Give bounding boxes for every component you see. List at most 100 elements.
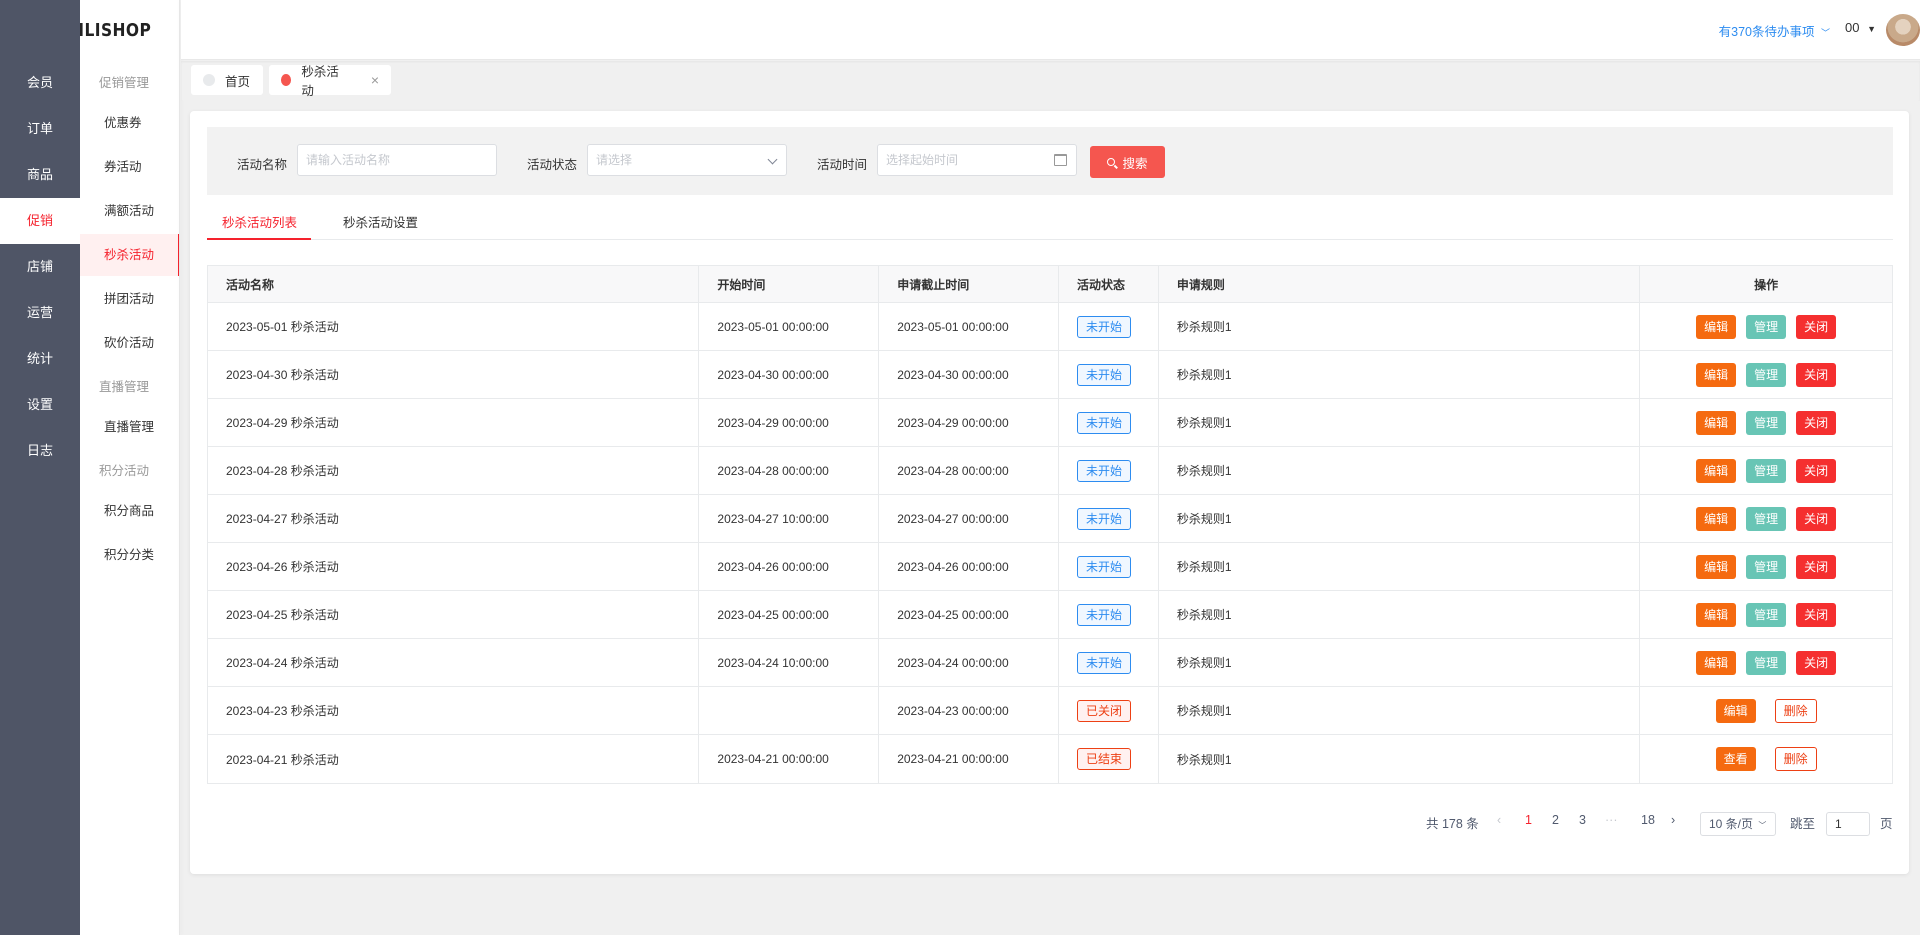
edit-button[interactable]: 编辑 (1715, 698, 1756, 723)
manage-button[interactable]: 管理 (1746, 314, 1787, 339)
search-icon (1107, 158, 1116, 166)
manage-button[interactable]: 管理 (1746, 458, 1787, 483)
close-button[interactable]: 关闭 (1796, 506, 1837, 531)
activity-status-select[interactable]: 请选择 (587, 144, 787, 176)
page-2[interactable]: 2 (1552, 813, 1559, 827)
group-points-activity: 积分活动 (99, 464, 150, 478)
cell-deadline: 2023-04-26 00:00:00 (879, 543, 1059, 590)
nav-statistics[interactable]: 统计 (0, 336, 80, 382)
edit-button[interactable]: 编辑 (1696, 506, 1737, 531)
link-seckill[interactable]: 秒杀活动 (80, 234, 180, 276)
link-points-category[interactable]: 积分分类 (80, 534, 180, 576)
close-button[interactable]: 关闭 (1796, 458, 1837, 483)
th-rule: 申请规则 (1159, 266, 1641, 302)
sub-tabs: 秒杀活动列表 秒杀活动设置 (207, 206, 1893, 240)
close-button[interactable]: 关闭 (1796, 650, 1837, 675)
status-badge: 未开始 (1077, 363, 1132, 386)
link-coupon-activity[interactable]: 券活动 (80, 146, 180, 188)
close-button[interactable]: 关闭 (1796, 602, 1837, 627)
manage-button[interactable]: 管理 (1746, 506, 1787, 531)
cell-name: 2023-04-24 秒杀活动 (208, 639, 700, 686)
delete-button[interactable]: 删除 (1774, 698, 1817, 723)
status-label: 活动状态 (527, 158, 578, 172)
activity-name-input[interactable]: 请输入活动名称 (297, 144, 497, 176)
close-button[interactable]: 关闭 (1796, 314, 1837, 339)
tab-seckill-settings[interactable]: 秒杀活动设置 (343, 206, 418, 240)
edit-button[interactable]: 编辑 (1696, 362, 1737, 387)
page-size-select[interactable]: 10 条/页 ﹀ (1700, 812, 1776, 836)
page-1[interactable]: 1 (1525, 813, 1532, 827)
nav-store[interactable]: 店铺 (0, 244, 80, 290)
prev-page-icon[interactable]: ‹ (1497, 813, 1501, 827)
close-button[interactable]: 关闭 (1796, 410, 1837, 435)
manage-button[interactable]: 管理 (1746, 554, 1787, 579)
nav-settings[interactable]: 设置 (0, 382, 80, 428)
search-button[interactable]: 搜索 (1090, 146, 1165, 178)
secondary-sidebar: 促销管理 优惠券 券活动 满额活动 秒杀活动 拼团活动 砍价活动 直播管理 直播… (80, 60, 180, 935)
jump-input[interactable]: 1 (1826, 812, 1870, 836)
link-points-goods[interactable]: 积分商品 (80, 490, 180, 532)
status-badge: 未开始 (1077, 411, 1132, 434)
cell-deadline: 2023-04-29 00:00:00 (879, 399, 1059, 446)
nav-order[interactable]: 订单 (0, 106, 80, 152)
page-tabs: 首页 秒杀活动 × (181, 61, 1920, 101)
table-row: 2023-04-25 秒杀活动 2023-04-25 00:00:00 2023… (208, 591, 1892, 639)
activity-time-picker[interactable]: 选择起始时间 (877, 144, 1077, 176)
tab-home[interactable]: 首页 (191, 65, 263, 95)
manage-button[interactable]: 管理 (1746, 650, 1787, 675)
nav-operation[interactable]: 运营 (0, 290, 80, 336)
cell-start: 2023-04-29 00:00:00 (699, 399, 880, 446)
edit-button[interactable]: 编辑 (1696, 602, 1737, 627)
cell-start: 2023-04-30 00:00:00 (699, 351, 880, 398)
edit-button[interactable]: 编辑 (1696, 410, 1737, 435)
tab-seckill-list[interactable]: 秒杀活动列表 (207, 206, 311, 240)
nav-member[interactable]: 会员 (0, 60, 80, 106)
manage-button[interactable]: 管理 (1746, 410, 1787, 435)
cell-start: 2023-05-01 00:00:00 (699, 303, 880, 350)
avatar[interactable] (1886, 14, 1920, 46)
link-pintuan[interactable]: 拼团活动 (80, 278, 180, 320)
cell-deadline: 2023-04-24 00:00:00 (879, 639, 1059, 686)
nav-goods[interactable]: 商品 (0, 152, 80, 198)
cell-deadline: 2023-04-21 00:00:00 (879, 735, 1059, 783)
caret-down-icon: ▼ (1867, 24, 1876, 34)
view-button[interactable]: 查看 (1715, 747, 1756, 771)
close-button[interactable]: 关闭 (1796, 362, 1837, 387)
nav-promotion[interactable]: 促销 (0, 198, 80, 244)
edit-button[interactable]: 编辑 (1696, 314, 1737, 339)
edit-button[interactable]: 编辑 (1696, 554, 1737, 579)
page-ellipsis[interactable]: ··· (1605, 813, 1618, 827)
page-size-label: 10 条/页 (1709, 817, 1754, 831)
next-page-icon[interactable]: › (1671, 813, 1675, 827)
close-button[interactable]: 关闭 (1796, 554, 1837, 579)
edit-button[interactable]: 编辑 (1696, 458, 1737, 483)
nav-log[interactable]: 日志 (0, 428, 80, 474)
manage-button[interactable]: 管理 (1746, 602, 1787, 627)
todo-dropdown[interactable]: 有370条待办事项 ﹀ (1719, 21, 1830, 40)
link-full-discount[interactable]: 满额活动 (80, 190, 180, 232)
delete-button[interactable]: 删除 (1774, 747, 1817, 771)
user-dropdown[interactable]: 00 ▼ (1845, 20, 1876, 35)
table-row: 2023-04-24 秒杀活动 2023-04-24 10:00:00 2023… (208, 639, 1892, 687)
cell-rule: 秒杀规则1 (1159, 447, 1641, 494)
close-icon[interactable]: × (371, 72, 379, 88)
tab-dot-icon (203, 74, 215, 86)
link-coupon[interactable]: 优惠券 (80, 102, 180, 144)
link-bargain[interactable]: 砍价活动 (80, 322, 180, 364)
cell-rule: 秒杀规则1 (1159, 495, 1641, 542)
status-badge: 未开始 (1077, 603, 1132, 626)
th-actions: 操作 (1754, 277, 1779, 292)
cell-name: 2023-04-21 秒杀活动 (208, 735, 700, 783)
jump-label: 跳至 (1790, 817, 1816, 831)
manage-button[interactable]: 管理 (1746, 362, 1787, 387)
sidebar-divider (179, 0, 180, 935)
table-row: 2023-05-01 秒杀活动 2023-05-01 00:00:00 2023… (208, 303, 1892, 351)
link-live-manage[interactable]: 直播管理 (80, 406, 180, 448)
cell-name: 2023-05-01 秒杀活动 (208, 303, 700, 350)
tab-seckill[interactable]: 秒杀活动 × (269, 65, 391, 98)
page-18[interactable]: 18 (1641, 813, 1655, 827)
cell-rule: 秒杀规则1 (1159, 351, 1641, 398)
edit-button[interactable]: 编辑 (1696, 650, 1737, 675)
page-3[interactable]: 3 (1579, 813, 1586, 827)
table-row: 2023-04-21 秒杀活动 2023-04-21 00:00:00 2023… (208, 735, 1892, 783)
